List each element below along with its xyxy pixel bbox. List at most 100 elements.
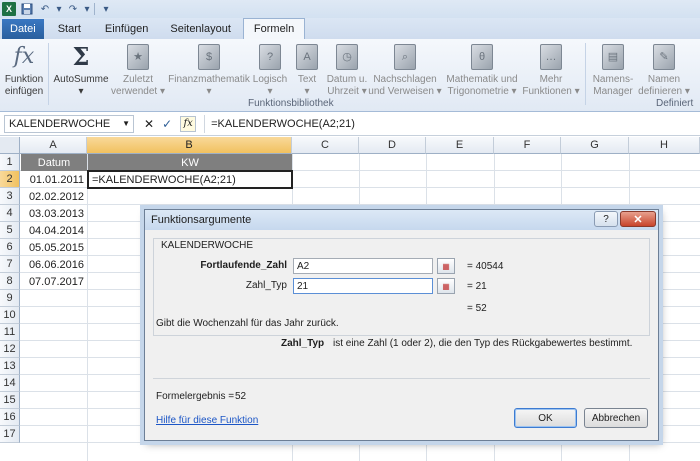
arg1-ref-picker-icon[interactable]: ▦ [437,258,455,274]
excel-logo-icon[interactable]: X [2,2,16,16]
help-button[interactable]: ? [594,211,618,227]
define-name-button[interactable]: ✎ Namen definieren ▾ [636,42,692,98]
column-header-c[interactable]: C [292,137,359,154]
row-header-2[interactable]: 2 [0,171,20,188]
column-header-g[interactable]: G [561,137,629,154]
select-all-corner[interactable] [0,137,20,154]
cell-a6[interactable]: 05.05.2015 [21,239,87,256]
name-box-dropdown-icon[interactable]: ▼ [122,119,130,128]
function-name-label: KALENDERWOCHE [161,240,254,251]
logical-icon: ? [259,44,281,70]
row-header-3[interactable]: 3 [0,188,20,205]
recently-used-button[interactable]: ★ Zuletzt verwendet ▾ [110,42,166,98]
dialog-title[interactable]: Funktionsargumente [145,210,658,230]
tab-formeln[interactable]: Formeln [242,18,306,39]
row-header-9[interactable]: 9 [0,290,20,307]
cell-a1[interactable]: Datum [21,154,87,171]
column-header-b[interactable]: B [87,137,292,154]
row-header-15[interactable]: 15 [0,392,20,409]
column-header-h[interactable]: H [629,137,700,154]
arg2-label: Zahl_Typ [245,280,287,291]
insert-function-small-icon[interactable]: fx [180,115,197,132]
button-label: einfügen [4,86,44,97]
column-header-a[interactable]: A [20,137,87,154]
undo-icon[interactable]: ↶ [38,2,52,16]
row-header-12[interactable]: 12 [0,341,20,358]
column-header-d[interactable]: D [359,137,426,154]
param-description: ist eine Zahl (1 oder 2), die den Typ de… [333,338,633,349]
text-icon: A [296,44,318,70]
name-box-value: KALENDERWOCHE [9,117,111,130]
enter-formula-icon[interactable]: ✓ [162,117,172,131]
row-header-14[interactable]: 14 [0,375,20,392]
save-icon[interactable] [20,2,34,16]
cell-a8[interactable]: 07.07.2017 [21,273,87,290]
name-manager-icon: ▤ [602,44,624,70]
define-name-icon: ✎ [653,44,675,70]
arg2-input[interactable]: 21 [293,278,433,294]
insert-function-button[interactable]: fx Funktion einfügen [2,42,46,98]
column-header-f[interactable]: F [494,137,561,154]
formula-result-value: 52 [235,391,247,402]
button-label: ▾ [78,86,84,97]
arg1-result: = 40544 [467,261,504,272]
redo-dropdown-icon[interactable]: ▾ [84,2,90,16]
row-header-10[interactable]: 10 [0,307,20,324]
cell-a4[interactable]: 03.03.2013 [21,205,87,222]
financial-button[interactable]: $ Finanzmathematik ▾ [166,42,252,98]
row-header-6[interactable]: 6 [0,239,20,256]
cell-a3[interactable]: 02.02.2012 [21,188,87,205]
cell-a5[interactable]: 04.04.2014 [21,222,87,239]
cell-b2[interactable]: =KALENDERWOCHE(A2;21) [87,170,293,189]
row-header-1[interactable]: 1 [0,154,20,171]
more-functions-button[interactable]: … Mehr Funktionen ▾ [520,42,582,98]
cell-b1[interactable]: KW [88,154,292,171]
autosum-button[interactable]: Σ AutoSumme ▾ [52,42,110,98]
ok-button[interactable]: OK [514,408,577,428]
tab-datei[interactable]: Datei [2,19,44,39]
sigma-icon: Σ [72,42,90,71]
cell-a2[interactable]: 01.01.2011 [21,171,87,188]
total-result: = 52 [467,303,487,314]
arg1-input[interactable]: A2 [293,258,433,274]
undo-dropdown-icon[interactable]: ▾ [56,2,62,16]
name-manager-button[interactable]: ▤ Namens- Manager [588,42,638,98]
row-header-17[interactable]: 17 [0,426,20,443]
row-header-4[interactable]: 4 [0,205,20,222]
row-header-16[interactable]: 16 [0,409,20,426]
redo-icon[interactable]: ↷ [66,2,80,16]
row-header-11[interactable]: 11 [0,324,20,341]
column-header-e[interactable]: E [426,137,494,154]
function-arguments-dialog: Funktionsargumente ? ✕ KALENDERWOCHE For… [144,209,659,441]
row-header-8[interactable]: 8 [0,273,20,290]
button-label: Funktion [4,74,44,85]
cell-a7[interactable]: 06.06.2016 [21,256,87,273]
button-label: AutoSumme [53,74,109,85]
more-functions-icon: … [540,44,562,70]
button-label: ▾ [267,86,273,97]
row-header-5[interactable]: 5 [0,222,20,239]
text-button[interactable]: A Text ▾ [290,42,324,98]
formula-input[interactable]: =KALENDERWOCHE(A2;21) [204,114,700,133]
button-label: Mathematik und [446,74,518,85]
tab-seitenlayout[interactable]: Seitenlayout [158,19,243,39]
arg2-ref-picker-icon[interactable]: ▦ [437,278,455,294]
customize-toolbar-icon[interactable]: ▾ [99,2,113,16]
row-header-13[interactable]: 13 [0,358,20,375]
financial-icon: $ [198,44,220,70]
tab-start[interactable]: Start [44,19,95,39]
grid-line [20,442,700,443]
tab-einfuegen[interactable]: Einfügen [95,19,158,39]
cancel-formula-icon[interactable]: ✕ [144,117,154,131]
date-time-button[interactable]: ◷ Datum u. Uhrzeit ▾ [324,42,370,98]
button-label: Manager [593,86,633,97]
name-box[interactable]: KALENDERWOCHE ▼ [4,114,134,133]
close-button[interactable]: ✕ [620,211,656,227]
cancel-button[interactable]: Abbrechen [584,408,648,428]
button-label: ▾ [206,86,212,97]
math-trig-button[interactable]: θ Mathematik und Trigonometrie ▾ [444,42,520,98]
row-header-7[interactable]: 7 [0,256,20,273]
help-link[interactable]: Hilfe für diese Funktion [156,415,258,426]
logical-button[interactable]: ? Logisch ▾ [250,42,290,98]
lookup-reference-button[interactable]: ⌕ Nachschlagen und Verweisen ▾ [368,42,442,98]
